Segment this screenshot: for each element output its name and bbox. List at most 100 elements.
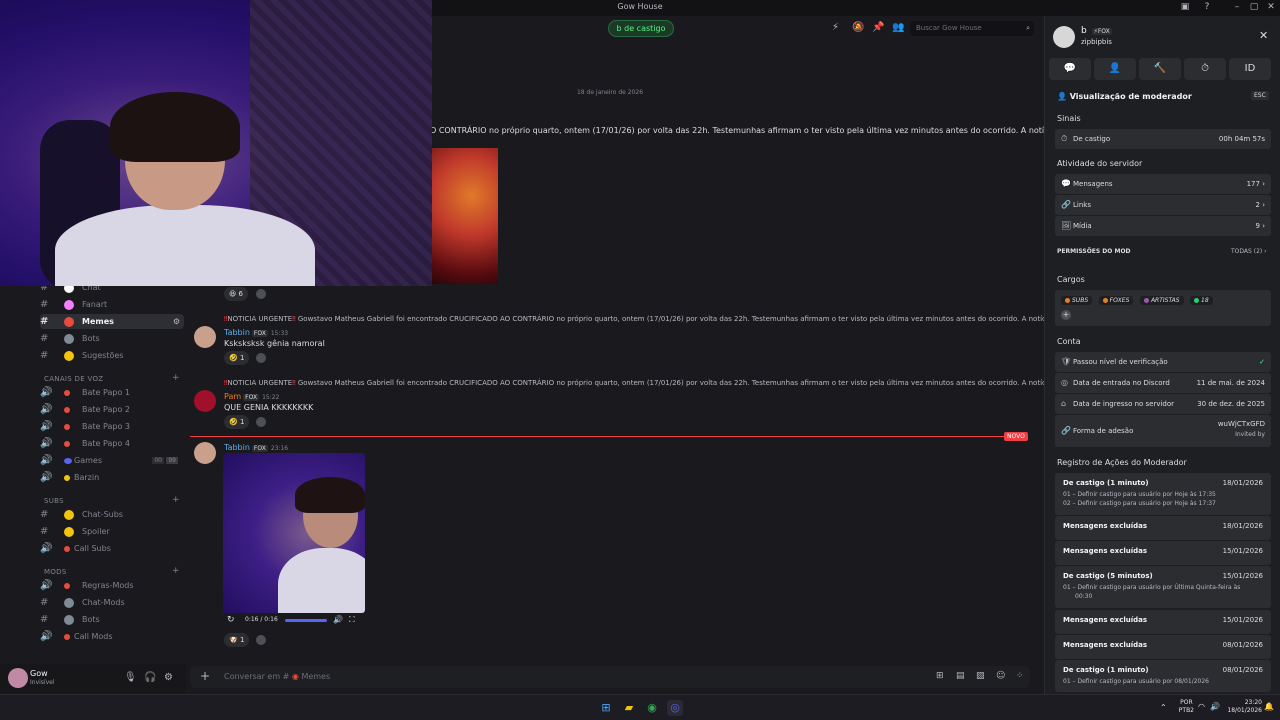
avatar[interactable]: [194, 442, 216, 464]
tab-mod-actions[interactable]: 🔨: [1139, 58, 1181, 80]
close-window-button[interactable]: ✕: [1264, 2, 1278, 14]
pin-icon[interactable]: 📌: [872, 22, 884, 33]
channel-chat-mods[interactable]: # Chat-Mods: [40, 595, 184, 610]
mod-log-entry[interactable]: Mensagens excluídas 08/01/2026: [1055, 635, 1271, 659]
gift-icon[interactable]: ⊞: [936, 671, 944, 681]
notifications-icon[interactable]: 🔔: [1264, 702, 1274, 711]
activity-row[interactable]: 🔗 Links 2 ›: [1055, 195, 1271, 215]
wifi-icon[interactable]: ◠: [1198, 702, 1205, 711]
channel-regras-mods[interactable]: 🔊 Regras-Mods: [40, 578, 184, 593]
add-channel-icon[interactable]: +: [172, 495, 180, 505]
avatar[interactable]: [194, 390, 216, 412]
add-role-icon[interactable]: +: [1061, 310, 1071, 320]
author-name[interactable]: Tabbin: [224, 443, 250, 452]
replay-icon[interactable]: ↻: [227, 615, 235, 625]
add-reaction-icon[interactable]: [256, 417, 266, 427]
channel-memes[interactable]: # Memes ⚙: [40, 314, 184, 329]
tab-timeout[interactable]: ⏱: [1184, 58, 1226, 80]
close-icon[interactable]: ✕: [1259, 29, 1268, 42]
category-mods[interactable]: MODS: [44, 568, 67, 576]
channel-spoiler[interactable]: # Spoiler: [40, 524, 184, 539]
esc-badge[interactable]: ESC: [1251, 91, 1269, 100]
gear-icon[interactable]: ⚙: [164, 672, 173, 683]
gif-icon[interactable]: ▤: [956, 671, 965, 681]
headphones-icon[interactable]: 🎧: [144, 672, 156, 683]
voice-channel-call-mods[interactable]: 🔊 Call Mods: [40, 629, 184, 644]
help-icon[interactable]: ?: [1200, 2, 1214, 14]
clock[interactable]: 23:20 18/01/2026: [1227, 699, 1262, 715]
role-chip[interactable]: ARTISTAS: [1139, 296, 1184, 305]
browser-icon[interactable]: ◉: [644, 700, 660, 716]
voice-channel-games[interactable]: 🔊 Games 00 99: [40, 453, 184, 468]
tab-message[interactable]: 💬: [1049, 58, 1091, 80]
username[interactable]: Gow: [30, 669, 48, 678]
reply-preview[interactable]: ‼NOTICIA URGENTE‼ Gowstavo Matheus Gabri…: [224, 315, 1082, 323]
reaction[interactable]: 😆 6: [224, 287, 248, 301]
reaction[interactable]: 🐶 1: [224, 633, 250, 647]
add-reaction-icon[interactable]: [256, 635, 266, 645]
mod-log-entry[interactable]: Mensagens excluídas 18/01/2026: [1055, 516, 1271, 540]
voice-channel-call-subs[interactable]: 🔊 Call Subs: [40, 541, 184, 556]
role-chip[interactable]: FOXES: [1098, 296, 1134, 305]
avatar[interactable]: [8, 668, 28, 688]
add-channel-icon[interactable]: +: [172, 566, 180, 576]
avatar[interactable]: [1053, 26, 1075, 48]
activity-row[interactable]: 🖼 Mídia 9 ›: [1055, 216, 1271, 236]
role-chip[interactable]: SUBS: [1061, 296, 1093, 305]
reaction[interactable]: 🤣 1: [224, 415, 250, 429]
add-reaction-icon[interactable]: [256, 289, 266, 299]
language-indicator[interactable]: POR PTB2: [1179, 699, 1194, 715]
inbox-icon[interactable]: ▣: [1178, 2, 1192, 14]
mod-log-entry[interactable]: De castigo (5 minutos) 15/01/2026 01 – D…: [1055, 566, 1271, 608]
video-attachment[interactable]: [223, 453, 365, 613]
category-voice[interactable]: CANAIS DE VOZ: [44, 375, 103, 383]
mod-log-entry[interactable]: De castigo (1 minuto) 18/01/2026 01 – De…: [1055, 473, 1271, 515]
channel-bots-mods[interactable]: # Bots: [40, 612, 184, 627]
start-icon[interactable]: ⊞: [598, 700, 614, 716]
channel-settings-icon[interactable]: ⚙: [173, 317, 180, 326]
apps-icon[interactable]: ⁘: [1016, 671, 1024, 681]
activity-row[interactable]: 💬 Mensagens 177 ›: [1055, 174, 1271, 194]
tab-id[interactable]: ID: [1229, 58, 1271, 80]
fullscreen-icon[interactable]: ⛶: [349, 615, 355, 625]
minimize-button[interactable]: –: [1230, 2, 1244, 14]
add-reaction-icon[interactable]: [256, 353, 266, 363]
author-name[interactable]: Tabbin: [224, 328, 250, 337]
folder-icon[interactable]: ▰: [621, 700, 637, 716]
add-channel-icon[interactable]: +: [172, 373, 180, 383]
channel-chat-subs[interactable]: # Chat-Subs: [40, 507, 184, 522]
maximize-button[interactable]: ▢: [1247, 2, 1261, 14]
category-subs[interactable]: SUBS: [44, 497, 64, 505]
avatar[interactable]: [194, 326, 216, 348]
add-attachment-icon[interactable]: +: [200, 669, 210, 683]
channel-fanart[interactable]: # Fanart: [40, 297, 184, 312]
voice-channel[interactable]: 🔊 Bate Papo 3: [40, 419, 184, 434]
channel-bots[interactable]: # Bots: [40, 331, 184, 346]
reaction[interactable]: 🤣 1: [224, 351, 250, 365]
voice-channel[interactable]: 🔊 Bate Papo 2: [40, 402, 184, 417]
mod-log-entry[interactable]: De castigo (1 minuto) 08/01/2026 01 – De…: [1055, 660, 1271, 692]
discord-icon[interactable]: ◎: [667, 700, 683, 716]
reply-preview[interactable]: ‼NOTICIA URGENTE‼ Gowstavo Matheus Gabri…: [224, 379, 1082, 387]
author-name[interactable]: Pam: [224, 392, 241, 401]
role-chip[interactable]: 18: [1190, 296, 1213, 305]
members-icon[interactable]: 👥: [892, 22, 904, 33]
volume-icon[interactable]: 🔊: [333, 615, 343, 624]
microphone-icon[interactable]: 🎙: [124, 672, 137, 683]
voice-channel[interactable]: 🔊 Bate Papo 4: [40, 436, 184, 451]
emoji-icon[interactable]: ☺: [996, 671, 1005, 681]
voice-channel-barzin[interactable]: 🔊 Barzin: [40, 470, 184, 485]
video-progress[interactable]: [285, 619, 327, 622]
threads-icon[interactable]: ⚡: [832, 22, 839, 33]
tray-chevron-icon[interactable]: ⌃: [1160, 703, 1167, 712]
volume-icon[interactable]: 🔊: [1210, 702, 1220, 711]
voice-channel[interactable]: 🔊 Bate Papo 1: [40, 385, 184, 400]
sticker-icon[interactable]: ▧: [976, 671, 985, 681]
timeout-status-pill[interactable]: b de castigo: [608, 20, 674, 37]
tab-profile[interactable]: 👤: [1094, 58, 1136, 80]
mute-icon[interactable]: 🔕: [852, 22, 864, 33]
mod-permissions-value[interactable]: TODAS (2) ›: [1231, 248, 1267, 255]
message-composer[interactable]: + Conversar em # ◉ Memes ⊞ ▤ ▧ ☺ ⁘: [190, 666, 1030, 688]
attached-image[interactable]: [432, 148, 498, 284]
mod-log-entry[interactable]: Mensagens excluídas 15/01/2026: [1055, 610, 1271, 634]
